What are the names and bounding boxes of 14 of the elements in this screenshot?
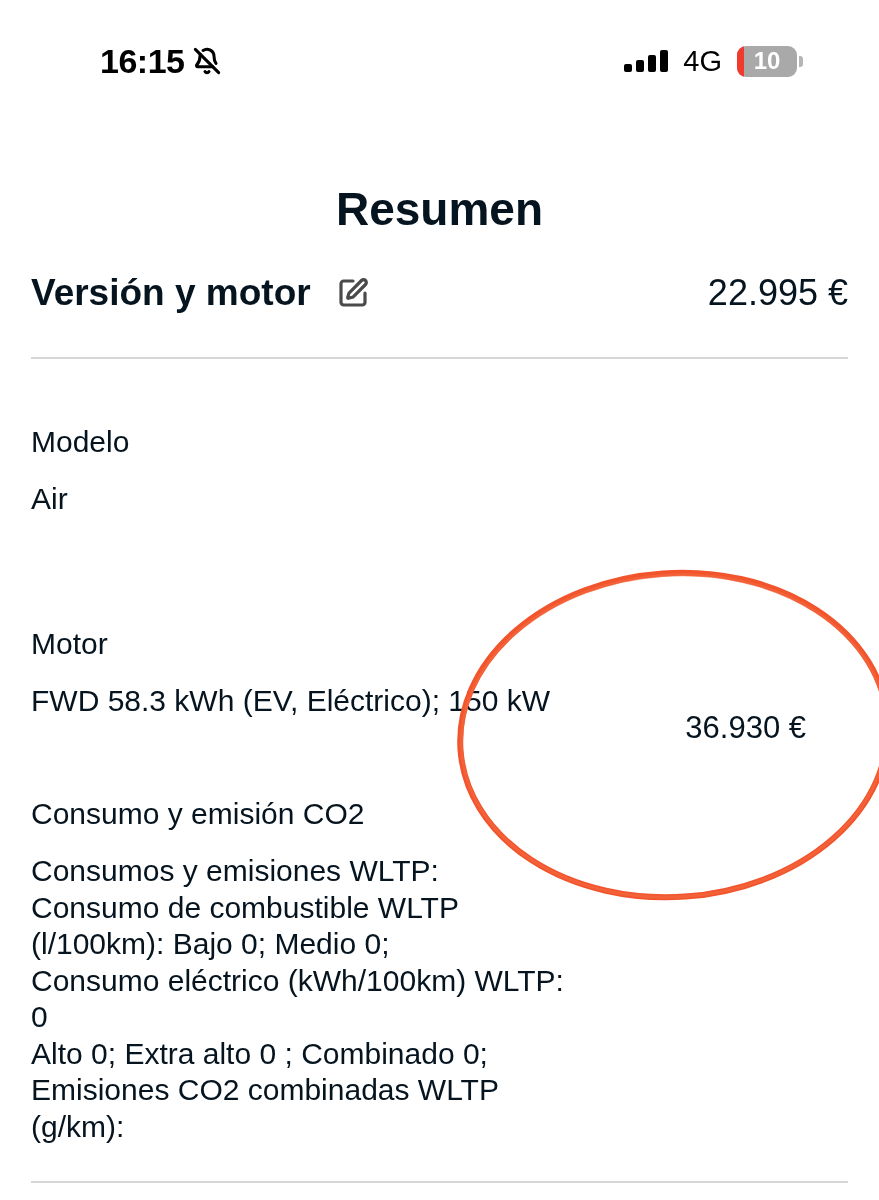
- detail-label: Motor: [31, 625, 109, 662]
- detail-value: Consumos y emisiones WLTP: Consumo de combustible WLTP (l/100km): Bajo 0; Medio 0; Consumo eléctrico (kWh/100km) WLTP: 0 Alto 0; Extra alto 0 ; Combinado 0; Emisiones CO2 combinadas WLTP (g/km):: [31, 853, 565, 1145]
- option-price: 36.930 €: [685, 708, 806, 746]
- screen-title: Resumen: [334, 182, 545, 237]
- section-price: 22.995 €: [707, 271, 848, 315]
- signal-icon: [624, 50, 669, 72]
- section-title: Versión y motor: [31, 271, 311, 315]
- edit-icon[interactable]: [336, 277, 369, 309]
- detail-label: Modelo: [31, 424, 131, 460]
- network-type: 4G: [683, 44, 722, 78]
- status-time: 16:15: [100, 41, 185, 81]
- battery-indicator: 10: [737, 45, 803, 77]
- detail-label: Consumo y emisión CO2: [31, 796, 366, 832]
- detail-value: Air: [31, 481, 69, 517]
